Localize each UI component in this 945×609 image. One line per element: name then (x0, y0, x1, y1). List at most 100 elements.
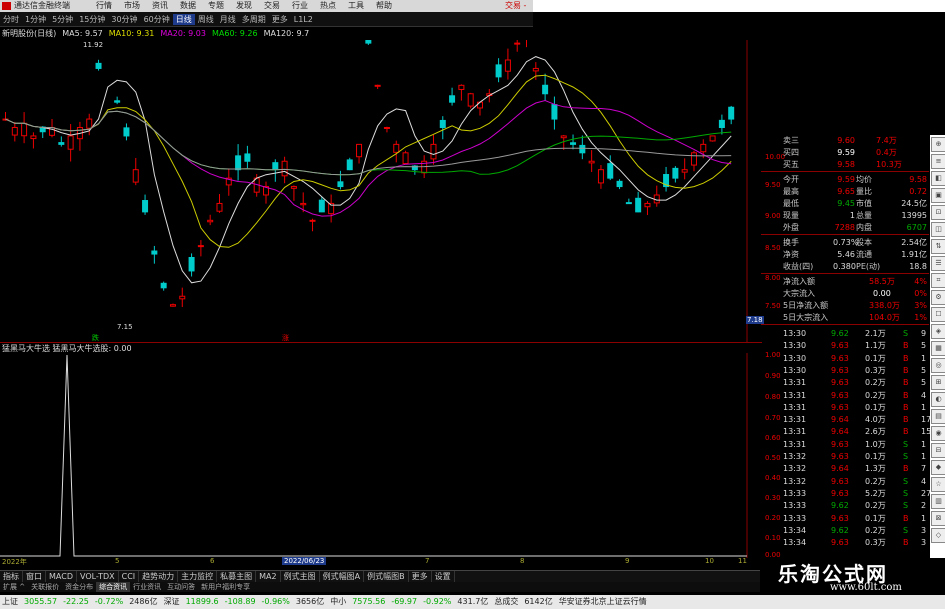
candle-body (365, 40, 372, 44)
index-name[interactable]: 上证 (2, 595, 18, 609)
tick-row: 13:31 9.64 2.6万 B 15 (783, 427, 932, 437)
date-month: 11 (738, 557, 747, 565)
period-tab[interactable]: 60分钟 (141, 14, 173, 25)
stat-label: 市值 (856, 199, 872, 208)
stat-value: 7288 (834, 223, 855, 232)
price-chart[interactable]: 11.92 7.15 跌 涨 (0, 40, 760, 342)
menu-item[interactable]: 行情 (90, 0, 118, 12)
period-tab[interactable]: 月线 (217, 14, 239, 25)
tool-button[interactable]: ⊡ (931, 205, 945, 220)
stat-label: PE(动) (856, 262, 881, 271)
candle-body (11, 127, 18, 136)
period-tab[interactable]: 多周期 (239, 14, 269, 25)
period-tab[interactable]: 更多 (269, 14, 291, 25)
menu-item[interactable]: 市场 (118, 0, 146, 12)
date-month: 5 (115, 557, 120, 565)
menu-item[interactable]: 帮助 (370, 0, 398, 12)
tool-button[interactable]: ☐ (931, 307, 945, 322)
tool-button[interactable]: ⊟ (931, 443, 945, 458)
tool-button[interactable]: ◧ (931, 171, 945, 186)
stat-value: 0.72 (909, 187, 927, 196)
ext-tab[interactable]: 关联报价 (28, 582, 62, 592)
tool-button[interactable]: ⌗ (931, 273, 945, 288)
stat-value: 6707 (906, 223, 927, 232)
tool-button[interactable]: ◆ (931, 460, 945, 475)
ext-tab[interactable]: 新用户福利专享 (198, 582, 253, 592)
tick-list[interactable]: 13:30 9.62 2.1万 S 9 13:30 9.63 1.1万 B 5 13:30 9.63 0… (761, 328, 932, 553)
candle-body (542, 84, 549, 95)
period-tab[interactable]: 分时 (0, 14, 22, 25)
stat-label: 总量 (856, 211, 872, 220)
tool-button[interactable]: ▤ (931, 409, 945, 424)
tool-button[interactable]: ◇ (931, 528, 945, 543)
candle-body (272, 162, 279, 171)
period-tab[interactable]: 周线 (195, 14, 217, 25)
marker-up: 涨 (282, 333, 289, 342)
candle-body (374, 84, 381, 87)
tool-button[interactable]: ▦ (931, 341, 945, 356)
menu-item[interactable]: 资讯 (146, 0, 174, 12)
tool-button[interactable]: ▥ (931, 494, 945, 509)
tool-button[interactable]: ⊞ (931, 375, 945, 390)
ext-tab[interactable]: 互动问答 (164, 582, 198, 592)
ma-legend: 新明股份(日线) MA5: 9.57 MA10: 9.31 MA20: 9.03… (0, 28, 742, 39)
candle-body (728, 106, 735, 120)
menu-item[interactable]: 发现 (230, 0, 258, 12)
index-name[interactable]: 中小 (330, 595, 346, 609)
menu-item[interactable]: 数据 (174, 0, 202, 12)
period-tab-selected[interactable]: 日线 (172, 13, 195, 25)
menu-item[interactable]: 交易 (258, 0, 286, 12)
stat-value: 5.46 (837, 250, 855, 259)
tool-button[interactable]: ◐ (931, 392, 945, 407)
candle-body (672, 167, 679, 179)
tool-button[interactable]: ☆ (931, 477, 945, 492)
tool-button[interactable]: ☰ (931, 256, 945, 271)
menu-item[interactable]: 行业 (286, 0, 314, 12)
period-tab[interactable]: 1分钟 (22, 14, 49, 25)
tool-button[interactable]: ⚙ (931, 290, 945, 305)
ma5-line (5, 56, 732, 284)
candle-body (495, 64, 502, 78)
candle-body (67, 135, 74, 150)
quote-vol: 0.4万 (876, 148, 897, 157)
stat-label: 最低 (783, 199, 799, 208)
tool-button[interactable]: ⊠ (931, 511, 945, 526)
tick-row: 13:32 9.63 0.2万 S 4 (783, 476, 927, 486)
tool-button[interactable]: ⊕ (931, 137, 945, 152)
quote-price: 9.58 (837, 160, 855, 169)
candle-body (625, 202, 632, 205)
tool-button[interactable]: ◈ (931, 324, 945, 339)
tool-button[interactable]: ≡ (931, 154, 945, 169)
index-change: -69.97 (391, 597, 418, 606)
ext-tab-selected[interactable]: 综合资讯 (96, 582, 131, 592)
flow-value: 58.5万 (869, 277, 895, 286)
app-title: 通达信金融终端 (14, 1, 70, 10)
ext-tab[interactable]: 扩展 ^ (0, 582, 28, 592)
candle-body (235, 155, 242, 171)
menu-item[interactable]: 专题 (202, 0, 230, 12)
tick-row: 13:30 9.63 0.1万 B 1 (783, 353, 927, 363)
menu-item[interactable]: 热点 (314, 0, 342, 12)
candle-body (197, 245, 204, 248)
tick-row: 13:34 9.63 0.3万 B 3 (783, 538, 927, 548)
tool-button[interactable]: ▣ (931, 188, 945, 203)
menu-item[interactable]: 工具 (342, 0, 370, 12)
period-tab[interactable]: 15分钟 (76, 14, 108, 25)
indicator-chart[interactable] (0, 353, 760, 558)
high-label: 11.92 (83, 41, 103, 49)
index-name[interactable]: 深证 (164, 595, 180, 609)
period-tab[interactable]: 30分钟 (108, 14, 140, 25)
ext-tab[interactable]: 行业资讯 (130, 582, 164, 592)
flow-label: 5日大宗流入 (783, 313, 829, 322)
flow-pct: 1% (914, 313, 927, 322)
tick-row: 13:33 9.63 5.2万 S 27 (783, 488, 932, 498)
period-tab[interactable]: 5分钟 (49, 14, 76, 25)
tool-button[interactable]: ◫ (931, 222, 945, 237)
broker-label: 华安证券北京上证云行情 (558, 597, 647, 606)
ext-tab[interactable]: 资金分布 (62, 582, 96, 592)
tool-button[interactable]: ⇅ (931, 239, 945, 254)
tool-button[interactable]: ◉ (931, 426, 945, 441)
candle-body (337, 181, 344, 188)
candle-body (579, 144, 586, 154)
tool-button[interactable]: ◎ (931, 358, 945, 373)
